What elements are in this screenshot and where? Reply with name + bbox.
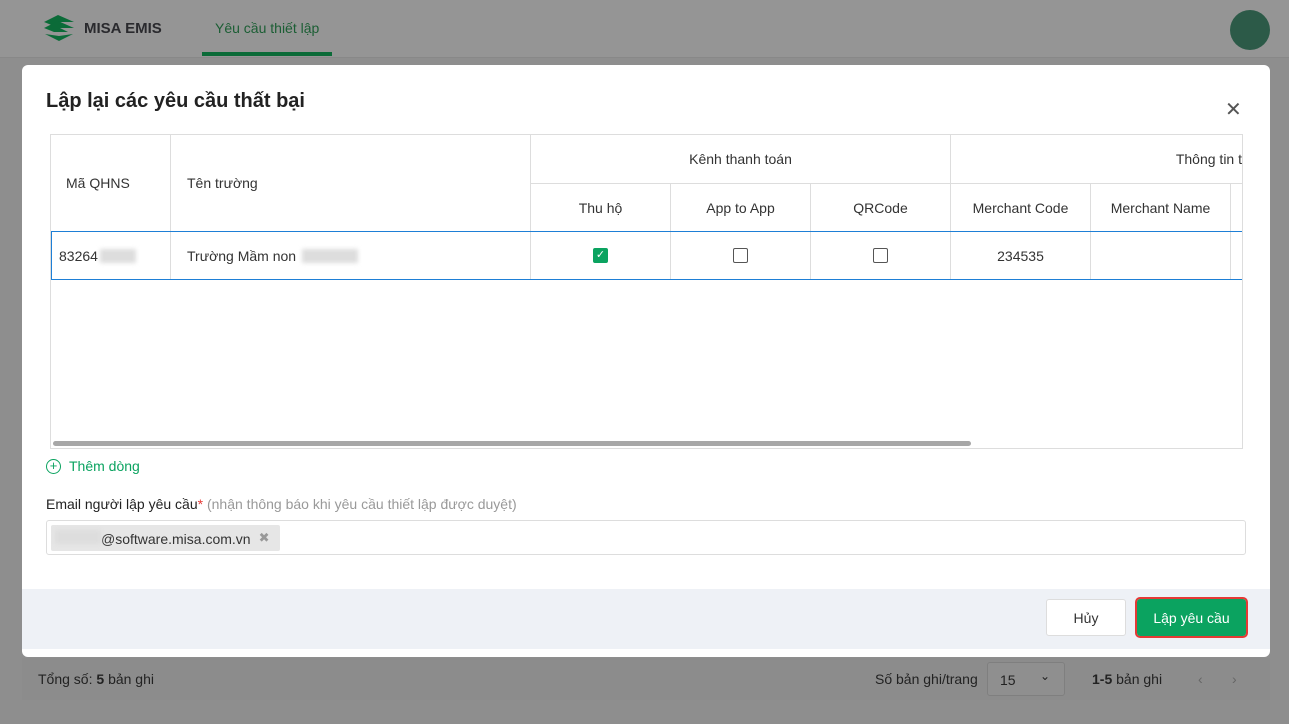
next-page-icon[interactable]: ›: [1232, 671, 1237, 687]
logo-text: MISA EMIS: [84, 19, 162, 37]
email-input[interactable]: @software.misa.com.vn ✖: [46, 520, 1246, 555]
per-page-select[interactable]: 15 ⌄: [987, 662, 1065, 696]
cell-merchant-code[interactable]: 234535: [951, 232, 1091, 280]
header-kenh-thanh-toan: Kênh thanh toán: [531, 135, 951, 184]
cell-qrcode: [811, 232, 951, 280]
plus-circle-icon: +: [46, 458, 61, 474]
header-merchant-name: Merchant Name: [1091, 184, 1231, 232]
avatar[interactable]: [1230, 10, 1270, 50]
remove-chip-icon[interactable]: ✖: [259, 530, 270, 546]
close-icon[interactable]: ✕: [1225, 97, 1242, 122]
header-ten-truong: Tên trường: [171, 135, 531, 232]
tab-yeu-cau-thiet-lap[interactable]: Yêu cầu thiết lập: [202, 0, 333, 56]
add-row-label: Thêm dòng: [69, 458, 140, 474]
range-info: 1-5 bản ghi: [1092, 671, 1163, 687]
header-extra: [1231, 184, 1242, 232]
misa-logo-icon: [44, 15, 74, 41]
email-label: Email người lập yêu cầu* (nhận thông báo…: [46, 496, 517, 512]
dialog-title: Lập lại các yêu cầu thất bại: [46, 90, 305, 112]
header-app-to-app: App to App: [671, 184, 811, 232]
cancel-button[interactable]: Hủy: [1046, 599, 1126, 636]
cell-app-to-app: [671, 232, 811, 280]
per-page-label: Số bản ghi/trang: [875, 671, 978, 687]
add-row-button[interactable]: + Thêm dòng: [46, 458, 140, 474]
qrcode-checkbox[interactable]: [873, 248, 888, 263]
header-qrcode: QRCode: [811, 184, 951, 232]
cell-merchant-name[interactable]: [1091, 232, 1231, 280]
thu-ho-checkbox[interactable]: ✓: [593, 248, 608, 263]
logo[interactable]: MISA EMIS: [42, 14, 162, 42]
header-thong-tin: Thông tin t: [951, 135, 1242, 184]
header-merchant-code: Merchant Code: [951, 184, 1091, 232]
header-ma-qhns: Mã QHNS: [51, 135, 171, 232]
email-chip: @software.misa.com.vn ✖: [51, 525, 280, 551]
top-navbar: MISA EMIS Yêu cầu thiết lập: [0, 0, 1289, 58]
submit-request-button[interactable]: Lập yêu cầu: [1135, 597, 1248, 638]
app-to-app-checkbox[interactable]: [733, 248, 748, 263]
retry-failed-requests-dialog: Lập lại các yêu cầu thất bại ✕ Mã QHNS T…: [22, 65, 1270, 657]
dialog-footer: Hủy Lập yêu cầu: [22, 589, 1270, 649]
chevron-down-icon: ⌄: [1040, 669, 1051, 683]
header-thu-ho: Thu hộ: [531, 184, 671, 232]
cell-thu-ho: ✓: [531, 232, 671, 280]
pagination-bar: Tổng số: 5 bản ghi Số bản ghi/trang 15 ⌄ …: [22, 658, 1270, 700]
total-records: Tổng số: 5 bản ghi: [38, 671, 154, 687]
requests-table: Mã QHNS Tên trường Kênh thanh toán Thông…: [50, 134, 1243, 449]
cell-ma-qhns[interactable]: 83264: [51, 232, 171, 280]
prev-page-icon[interactable]: ‹: [1198, 671, 1203, 687]
cell-ten-truong[interactable]: Trường Mầm non: [171, 232, 531, 280]
horizontal-scrollbar[interactable]: [53, 441, 971, 446]
